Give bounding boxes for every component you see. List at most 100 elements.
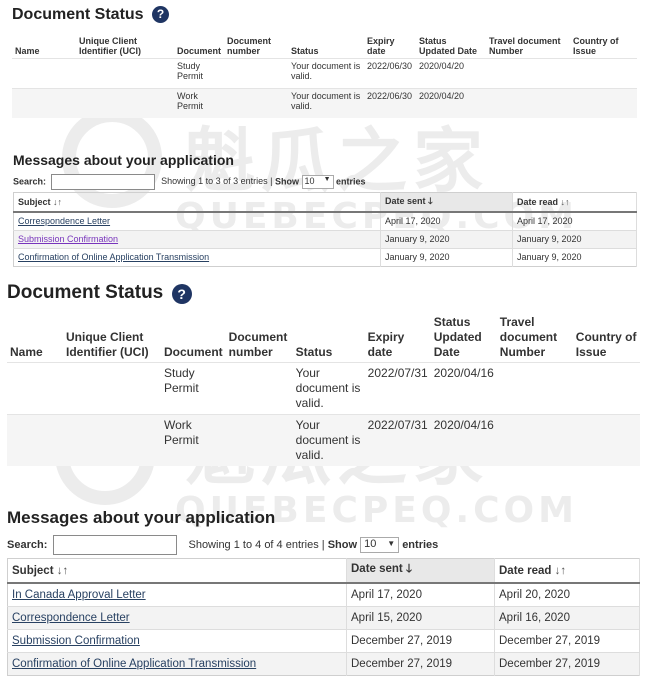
- cell-uci: [76, 87, 174, 118]
- sort-desc-icon: 🡓: [405, 563, 412, 575]
- col-travel-doc: Travel document Number: [489, 35, 561, 56]
- table-row: Study Permit Your document is valid. 202…: [12, 57, 637, 88]
- cell-travel: [486, 87, 571, 118]
- cell-subject: Correspondence Letter: [7, 605, 347, 629]
- panel1-heading: Document Status ?: [12, 6, 170, 24]
- panel1-page-title: Document Status: [12, 6, 144, 23]
- help-icon[interactable]: ?: [171, 283, 192, 304]
- cell-status: Your document is valid.: [292, 413, 365, 466]
- sort-icon: ↓↑: [53, 197, 63, 207]
- cell-date-sent: April 17, 2020: [380, 211, 513, 230]
- col-document: Document: [177, 45, 222, 56]
- panel2-messages-table: Subject ↓↑ Date sent 🡓 Date read ↓↑ In C…: [7, 558, 640, 676]
- header-date-read-label: Date read: [517, 197, 559, 207]
- cell-number: [224, 57, 289, 88]
- search-label: Search:: [13, 176, 47, 187]
- table-row: Confirmation of Online Application Trans…: [13, 247, 637, 266]
- entries-select-value: 10: [364, 538, 377, 550]
- header-date-read-label: Date read: [499, 564, 552, 577]
- message-link[interactable]: In Canada Approval Letter: [12, 589, 146, 601]
- col-country: Country of Issue: [575, 329, 637, 359]
- cell-document: Study Permit: [174, 57, 225, 88]
- col-status: Status: [295, 344, 333, 359]
- col-name: Name: [15, 45, 40, 56]
- panel2-page-title: Document Status: [7, 282, 164, 303]
- cell-travel: [496, 361, 573, 414]
- cell-document: Study Permit: [161, 361, 226, 414]
- cell-number: [224, 87, 289, 118]
- col-status-updated: Status Updated Date: [433, 314, 482, 359]
- cell-expiry: 2022/07/31: [364, 413, 431, 466]
- panel1-document-table: Name Unique Client Identifier (UCI) Docu…: [12, 30, 637, 118]
- cell-uci: [63, 413, 161, 466]
- chevron-down-icon: ▼: [387, 539, 396, 548]
- cell-updated: 2020/04/16: [430, 413, 497, 466]
- cell-country: [570, 87, 637, 118]
- header-date-read[interactable]: Date read ↓↑: [494, 558, 640, 584]
- entries-select[interactable]: 10 ▼: [301, 175, 334, 189]
- header-subject-label: Subject: [12, 564, 54, 577]
- cell-updated: 2020/04/20: [416, 57, 487, 88]
- cell-date-sent: January 9, 2020: [380, 247, 513, 266]
- cell-name: [12, 57, 76, 88]
- col-document: Document: [164, 344, 223, 359]
- message-link[interactable]: Confirmation of Online Application Trans…: [18, 252, 209, 262]
- cell-date-sent: April 17, 2020: [346, 582, 495, 606]
- table-row: Work Permit Your document is valid. 2022…: [7, 413, 640, 466]
- show-label: Show: [274, 176, 299, 187]
- cell-date-read: December 27, 2019: [494, 651, 640, 675]
- cell-date-sent: December 27, 2019: [346, 628, 495, 652]
- header-date-sent[interactable]: Date sent 🡓: [380, 192, 513, 213]
- cell-date-read: December 27, 2019: [494, 628, 640, 652]
- header-date-sent[interactable]: Date sent 🡓: [346, 558, 495, 584]
- entries-select[interactable]: 10 ▼: [360, 537, 400, 553]
- search-input[interactable]: [53, 535, 178, 555]
- header-subject[interactable]: Subject ↓↑: [7, 558, 347, 584]
- table-row: Correspondence Letter April 17, 2020 Apr…: [13, 211, 637, 230]
- cell-number: [225, 361, 293, 414]
- search-input[interactable]: [50, 174, 155, 190]
- message-link[interactable]: Submission Confirmation: [18, 234, 118, 244]
- header-subject[interactable]: Subject ↓↑: [13, 192, 381, 213]
- table-row: Submission Confirmation December 27, 201…: [7, 628, 640, 652]
- col-country: Country of Issue: [573, 35, 619, 56]
- cell-name: [7, 413, 63, 466]
- cell-date-read: January 9, 2020: [512, 229, 637, 248]
- showing-info: Showing 1 to 4 of 4 entries |: [188, 538, 325, 551]
- panel1-messages-table: Subject ↓↑ Date sent 🡓 Date read ↓↑ Corr…: [13, 192, 637, 267]
- cell-status: Your document is valid.: [288, 87, 365, 118]
- col-status-updated: Status Updated Date: [419, 35, 478, 56]
- cell-status: Your document is valid.: [288, 57, 365, 88]
- sort-icon: ↓↑: [554, 564, 567, 577]
- panel1-messages-title: Messages about your application: [13, 152, 234, 168]
- message-link[interactable]: Submission Confirmation: [12, 635, 140, 647]
- show-label: Show: [327, 538, 358, 551]
- cell-country: [572, 413, 640, 466]
- col-expiry: Expiry date: [367, 35, 395, 56]
- message-link[interactable]: Correspondence Letter: [12, 612, 130, 624]
- header-date-read[interactable]: Date read ↓↑: [512, 192, 637, 213]
- cell-date-sent: January 9, 2020: [380, 229, 513, 248]
- cell-travel: [486, 57, 571, 88]
- message-link[interactable]: Correspondence Letter: [18, 216, 110, 226]
- sort-icon: ↓↑: [560, 197, 570, 207]
- cell-document: Work Permit: [174, 87, 225, 118]
- search-label: Search:: [7, 538, 48, 551]
- cell-status: Your document is valid.: [292, 361, 365, 414]
- cell-subject: Correspondence Letter: [13, 211, 381, 230]
- sort-desc-icon: 🡓: [428, 196, 433, 206]
- col-name: Name: [10, 344, 43, 359]
- cell-updated: 2020/04/20: [416, 87, 487, 118]
- cell-subject: In Canada Approval Letter: [7, 582, 347, 606]
- panel1-search-bar: Search: Showing 1 to 3 of 3 entries | Sh…: [13, 174, 366, 190]
- cell-name: [7, 361, 63, 414]
- header-date-sent-label: Date sent: [351, 563, 403, 575]
- showing-info: Showing 1 to 3 of 3 entries |: [161, 176, 273, 187]
- table-row: Study Permit Your document is valid. 202…: [7, 361, 640, 414]
- help-icon[interactable]: ?: [152, 6, 170, 24]
- col-travel-doc: Travel document Number: [499, 314, 558, 359]
- col-document-number: Document number: [227, 35, 272, 56]
- message-link[interactable]: Confirmation of Online Application Trans…: [12, 658, 256, 670]
- cell-date-read: January 9, 2020: [512, 247, 637, 266]
- cell-name: [12, 87, 76, 118]
